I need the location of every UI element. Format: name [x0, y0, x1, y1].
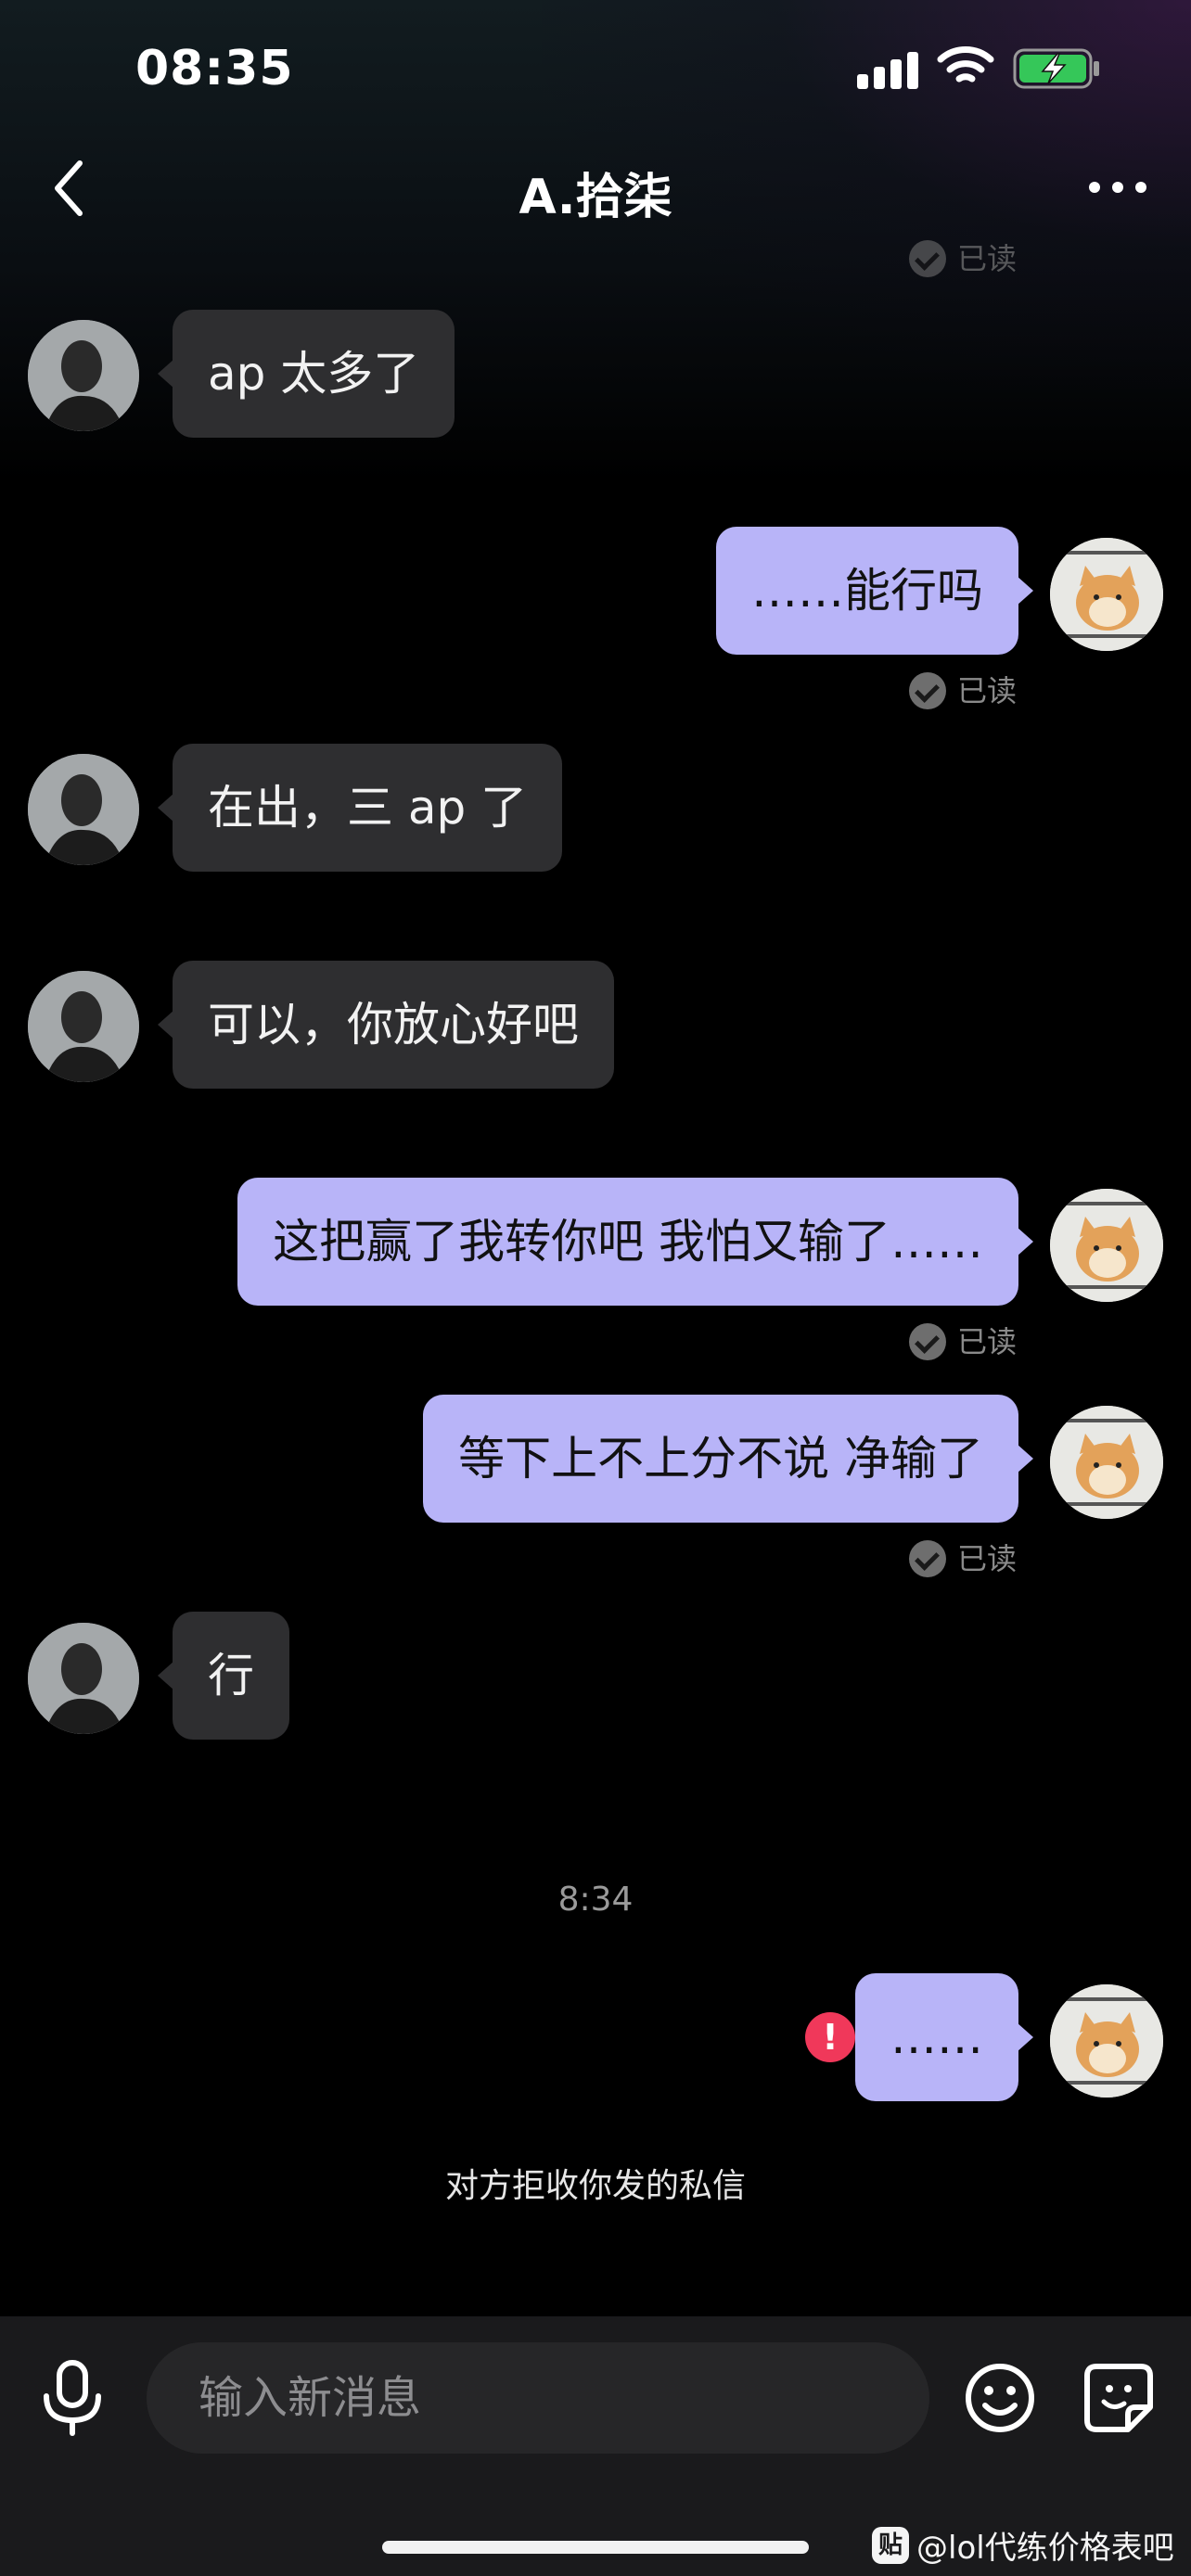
- message-bubble-sent[interactable]: ……能行吗: [716, 527, 1033, 655]
- tieba-logo-icon: 贴: [872, 2526, 909, 2564]
- person-silhouette-icon: [28, 320, 139, 431]
- message-bubble-received[interactable]: ap 太多了: [157, 310, 455, 438]
- contact-avatar[interactable]: [28, 754, 139, 865]
- my-avatar[interactable]: [1050, 1984, 1163, 2098]
- message-bubble-sent[interactable]: 等下上不上分不说 净输了: [423, 1395, 1033, 1523]
- wifi-icon: [937, 46, 994, 83]
- read-receipt: 已读: [908, 1320, 1017, 1363]
- my-avatar[interactable]: [1050, 1189, 1163, 1302]
- read-receipt: 已读: [908, 1537, 1017, 1580]
- person-silhouette-icon: [28, 1623, 139, 1734]
- check-circle-icon: [908, 1323, 946, 1360]
- more-options-icon[interactable]: [1085, 176, 1150, 198]
- message-timestamp: 8:34: [557, 1881, 634, 1919]
- shiba-dog-avatar-icon: [1050, 538, 1163, 651]
- message-input[interactable]: [147, 2342, 929, 2454]
- shiba-dog-avatar-icon: [1050, 1984, 1163, 2098]
- contact-avatar[interactable]: [28, 1623, 139, 1734]
- cellular-signal-icon: [857, 52, 918, 89]
- chat-title: A.拾柒: [519, 170, 672, 225]
- watermark-text: @lol代练价格表吧: [916, 2530, 1174, 2567]
- shiba-dog-avatar-icon: [1050, 1189, 1163, 1302]
- read-receipt: 已读: [908, 670, 1017, 712]
- message-bubble-received[interactable]: 在出，三 ap 了: [157, 744, 563, 872]
- home-indicator[interactable]: [382, 2541, 809, 2554]
- message-bubble-received[interactable]: 行: [158, 1612, 289, 1740]
- my-avatar[interactable]: [1050, 538, 1163, 651]
- person-silhouette-icon: [28, 971, 139, 1082]
- check-circle-icon: [908, 240, 946, 277]
- contact-avatar[interactable]: [28, 971, 139, 1082]
- message-bubble-sent-failed[interactable]: ……: [855, 1973, 1033, 2101]
- read-receipt-partial: 已读: [908, 237, 1017, 280]
- battery-charging-icon: [1013, 48, 1099, 89]
- system-notice: 对方拒收你发的私信: [444, 2167, 746, 2205]
- microphone-icon[interactable]: [37, 2359, 108, 2437]
- check-circle-icon: [908, 1540, 946, 1577]
- chat-header: A.拾柒: [0, 139, 1191, 241]
- status-time: 08:35: [135, 41, 294, 96]
- status-bar: 08:35: [0, 0, 1191, 139]
- shiba-dog-avatar-icon: [1050, 1406, 1163, 1519]
- watermark: 贴 @lol代练价格表吧: [872, 2522, 1174, 2568]
- person-silhouette-icon: [28, 754, 139, 865]
- message-bubble-sent[interactable]: 这把赢了我转你吧 我怕又输了……: [237, 1178, 1033, 1306]
- sticker-icon[interactable]: [1082, 2361, 1156, 2435]
- emoji-icon[interactable]: [963, 2361, 1037, 2435]
- send-failed-icon[interactable]: !: [805, 2012, 855, 2062]
- check-circle-icon: [908, 672, 946, 709]
- message-bubble-received[interactable]: 可以，你放心好吧: [158, 961, 614, 1089]
- contact-avatar[interactable]: [28, 320, 139, 431]
- my-avatar[interactable]: [1050, 1406, 1163, 1519]
